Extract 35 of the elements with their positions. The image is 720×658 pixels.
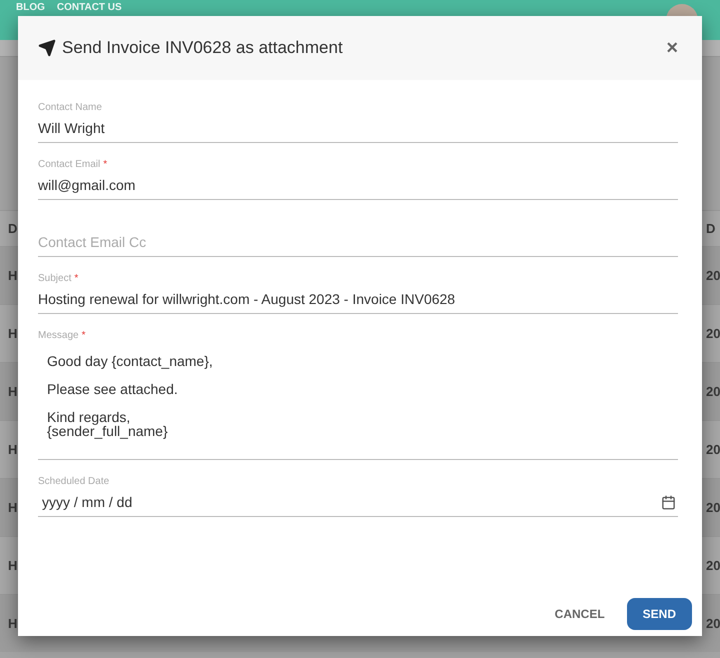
required-mark: *	[82, 330, 86, 343]
table-cell: H	[8, 384, 18, 399]
send-button[interactable]: SEND	[626, 598, 692, 630]
field-label: Contact Email	[38, 159, 100, 172]
table-cell: 20	[706, 326, 720, 341]
field-label: Contact Name	[38, 102, 102, 115]
field-label: Message	[38, 330, 79, 343]
send-icon	[38, 39, 56, 57]
text-field[interactable]: will@gmail.com	[38, 173, 678, 200]
table-cell: H	[8, 442, 18, 457]
field-label: Scheduled Date	[38, 476, 110, 489]
table-cell: 20	[706, 442, 720, 457]
table-cell: 20	[706, 500, 720, 515]
table-cell: 20	[706, 268, 720, 283]
table-cell: 20	[706, 616, 720, 631]
field-label: Subject	[38, 273, 72, 286]
table-cell: H	[8, 268, 18, 283]
table-cell: 20	[706, 558, 720, 573]
dialog-title: Send Invoice INV0628 as attachment	[62, 38, 344, 58]
cancel-button[interactable]: CANCEL	[544, 598, 615, 630]
table-cell: H	[8, 500, 18, 515]
required-mark: *	[103, 159, 108, 172]
table-cell: H	[8, 558, 18, 573]
table-cell: H	[8, 326, 18, 341]
calendar-icon[interactable]	[661, 494, 676, 510]
column-header: D	[706, 221, 716, 236]
table-cell: H	[8, 616, 18, 631]
text-field[interactable]: Hosting renewal for willwright.com - August 2023 - Invoice INV0628	[38, 287, 678, 314]
text-field[interactable]: Will Wright	[38, 116, 678, 143]
date-field[interactable]: yyyy / mm / dd	[40, 493, 661, 511]
required-mark: *	[74, 273, 78, 286]
text-field[interactable]: Contact Email Cc	[38, 230, 678, 257]
column-header: D	[8, 221, 18, 236]
table-cell: 20	[706, 384, 720, 399]
close-button[interactable]: ×	[662, 36, 682, 60]
